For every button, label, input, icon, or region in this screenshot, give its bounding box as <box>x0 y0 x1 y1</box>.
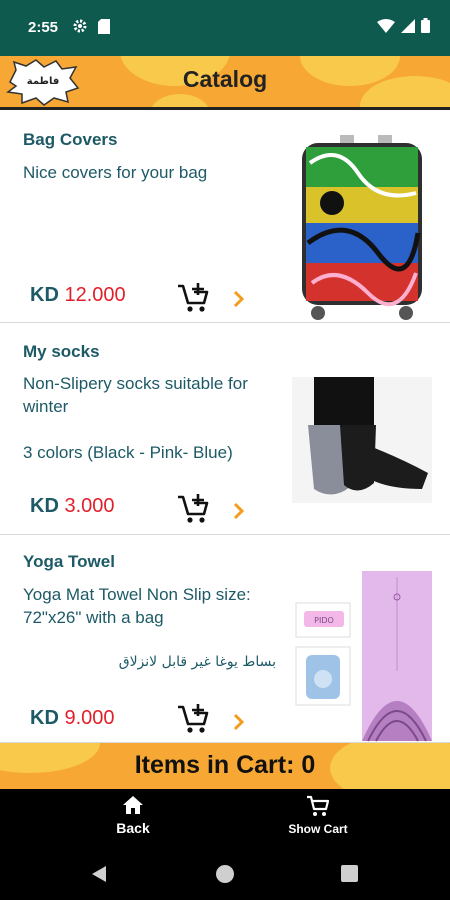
settings-gear-icon <box>73 19 87 33</box>
product-card-my-socks[interactable]: My socks Non-Slipery socks suitable for … <box>0 323 450 535</box>
product-title: Bag Covers <box>23 130 118 149</box>
price-currency: KD <box>30 707 59 729</box>
product-list[interactable]: Bag Covers Nice covers for your bag KD 1… <box>0 113 450 743</box>
bottom-nav: Back Show Cart <box>0 789 450 849</box>
header-decor <box>150 94 210 107</box>
chevron-right-icon[interactable] <box>232 712 246 732</box>
sd-card-icon <box>98 19 110 34</box>
back-label: Back <box>116 820 150 836</box>
app-header: فاطمة Catalog <box>0 56 450 110</box>
price-currency: KD <box>30 495 59 517</box>
svg-text:PIDO: PIDO <box>314 616 334 625</box>
product-description: Yoga Mat Towel Non Slip size: 72"x26" wi… <box>23 585 251 627</box>
product-price: KD 12.000 <box>30 284 126 307</box>
bag-cover-image <box>302 135 422 320</box>
price-value: 9.000 <box>64 707 115 729</box>
chevron-right-icon[interactable] <box>232 289 246 309</box>
back-button[interactable]: Back <box>103 795 163 836</box>
status-icons <box>377 18 430 33</box>
status-bar: 2:55 <box>0 0 450 56</box>
product-description: Nice covers for your bag <box>23 163 208 182</box>
product-card-bag-covers[interactable]: Bag Covers Nice covers for your bag KD 1… <box>0 113 450 323</box>
product-price: KD 9.000 <box>30 707 115 730</box>
product-price: KD 3.000 <box>30 495 115 518</box>
yoga-towel-image: PIDO <box>295 571 432 742</box>
cart-icon <box>307 795 330 816</box>
show-cart-button[interactable]: Show Cart <box>276 795 360 836</box>
status-time: 2:55 <box>28 19 59 36</box>
battery-icon <box>421 18 430 33</box>
price-currency: KD <box>30 284 59 306</box>
system-nav-bar <box>0 849 450 900</box>
signal-icon <box>401 18 415 33</box>
add-to-cart-icon[interactable] <box>176 492 212 526</box>
product-title: My socks <box>23 342 100 361</box>
cart-items-count: Items in Cart: 0 <box>134 751 316 779</box>
product-description-arabic: بساط يوغا غير قابل لانزلاق <box>118 654 276 670</box>
wifi-icon <box>377 18 395 33</box>
product-title: Yoga Towel <box>23 552 115 571</box>
system-recents-icon[interactable] <box>341 865 358 882</box>
system-back-icon[interactable] <box>91 865 107 883</box>
chevron-right-icon[interactable] <box>232 501 246 521</box>
page-title: Catalog <box>182 66 268 92</box>
cart-summary-bar: Items in Cart: 0 <box>0 743 450 789</box>
add-to-cart-icon[interactable] <box>176 281 212 315</box>
system-home-icon[interactable] <box>216 865 234 883</box>
show-cart-label: Show Cart <box>288 822 348 836</box>
product-description: Non-Slipery socks suitable for winter 3 … <box>23 374 248 462</box>
add-to-cart-icon[interactable] <box>176 702 212 736</box>
product-card-yoga-towel[interactable]: Yoga Towel Yoga Mat Towel Non Slip size:… <box>0 535 450 743</box>
price-value: 12.000 <box>64 284 126 306</box>
socks-image <box>292 377 432 503</box>
price-value: 3.000 <box>64 495 115 517</box>
home-icon <box>123 796 143 814</box>
